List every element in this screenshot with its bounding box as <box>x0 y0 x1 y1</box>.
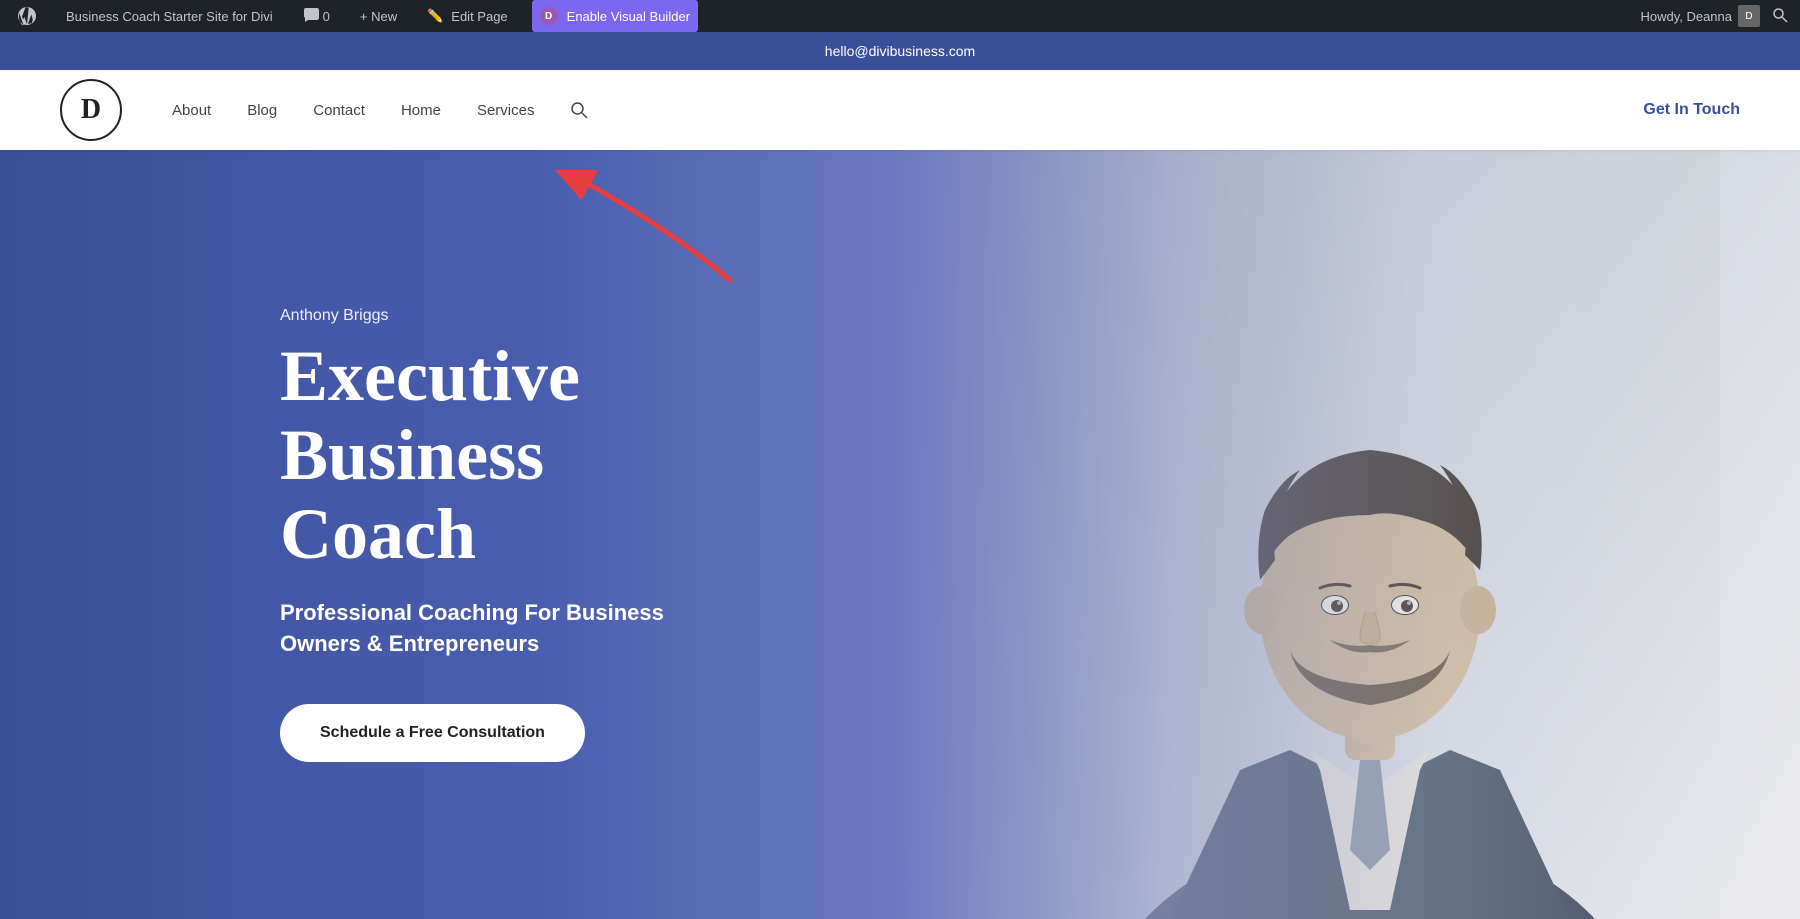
howdy-label: Howdy, Deanna <box>1640 9 1732 24</box>
email-link[interactable]: hello@divibusiness.com <box>825 43 975 59</box>
nav-link-blog[interactable]: Blog <box>247 102 277 119</box>
wp-admin-bar: Business Coach Starter Site for Divi 0 +… <box>0 0 1800 32</box>
logo-circle: D <box>60 79 122 141</box>
hero-section: Anthony Briggs Executive Business Coach … <box>0 150 1800 919</box>
hero-subtitle: Anthony Briggs <box>280 307 700 325</box>
edit-page-label: Edit Page <box>451 9 507 24</box>
nav-links: About Blog Contact Home Services <box>172 101 1643 119</box>
site-name-label: Business Coach Starter Site for Divi <box>66 9 273 24</box>
hero-title: Executive Business Coach <box>280 337 700 575</box>
comment-icon <box>303 8 319 25</box>
hero-cta-button[interactable]: Schedule a Free Consultation <box>280 704 585 762</box>
site-name-button[interactable]: Business Coach Starter Site for Divi <box>60 0 279 32</box>
nav-link-about[interactable]: About <box>172 102 211 119</box>
top-bar: hello@divibusiness.com <box>0 32 1800 70</box>
nav-search-icon[interactable] <box>570 101 588 119</box>
nav-link-home[interactable]: Home <box>401 102 441 119</box>
admin-search-icon[interactable] <box>1772 7 1788 26</box>
comment-count: 0 <box>323 9 330 24</box>
pencil-icon: ✏️ <box>427 8 443 24</box>
enable-vb-label: Enable Visual Builder <box>567 9 690 24</box>
nav-link-contact[interactable]: Contact <box>313 102 365 119</box>
hero-content: Anthony Briggs Executive Business Coach … <box>0 307 700 762</box>
new-label: + New <box>360 9 397 24</box>
hero-description: Professional Coaching For Business Owner… <box>280 598 700 660</box>
wp-logo-button[interactable] <box>12 0 42 32</box>
edit-page-button[interactable]: ✏️ Edit Page <box>421 0 514 32</box>
nav-logo[interactable]: D <box>60 79 122 141</box>
divi-icon: D <box>540 7 558 25</box>
nav-link-services[interactable]: Services <box>477 102 535 119</box>
comments-button[interactable]: 0 <box>297 0 336 32</box>
howdy-section: Howdy, Deanna D <box>1640 5 1760 27</box>
user-avatar: D <box>1738 5 1760 27</box>
nav-cta-button[interactable]: Get In Touch <box>1643 101 1740 119</box>
wp-icon <box>18 7 36 25</box>
main-nav: D About Blog Contact Home Services Get I… <box>0 70 1800 150</box>
enable-vb-button[interactable]: D Enable Visual Builder <box>532 0 698 32</box>
new-button[interactable]: + New <box>354 0 403 32</box>
